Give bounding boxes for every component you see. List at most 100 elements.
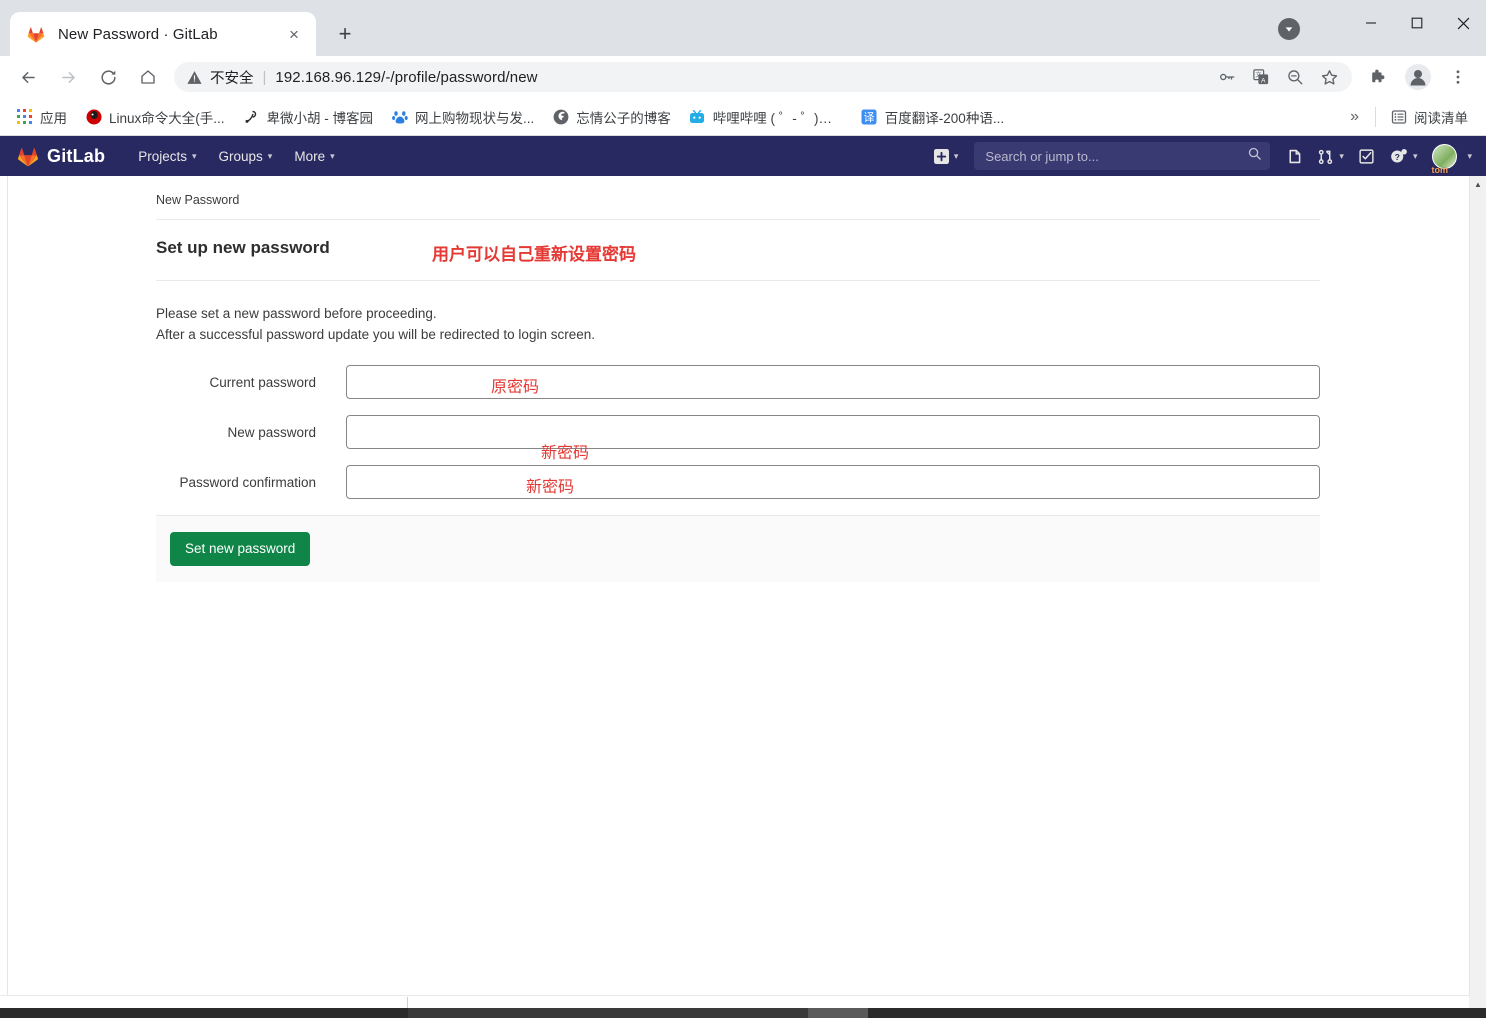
back-arrow-icon[interactable] [11, 60, 45, 94]
reading-list-button[interactable]: 阅读清单 [1382, 104, 1476, 130]
merge-requests-button[interactable]: ▾ [1310, 136, 1351, 176]
bookmarks-overflow-area: » 阅读清单 [1340, 104, 1478, 130]
current-password-input[interactable] [346, 365, 1320, 399]
search-input[interactable] [985, 148, 1248, 164]
baidu-icon [391, 108, 408, 125]
bookmark-apps[interactable]: 应用 [8, 104, 75, 130]
bookmark-cnblogs[interactable]: 卑微小胡 - 博客园 [235, 104, 382, 130]
translate-icon[interactable]: A文 [1248, 64, 1274, 90]
nav-projects-label: Projects [138, 148, 187, 164]
chevron-down-icon: ▾ [1412, 150, 1418, 161]
bookmark-bilibili[interactable]: 哔哩哔哩 ( ゜- ゜)つ... [681, 104, 851, 130]
nav-projects[interactable]: Projects ▾ [127, 136, 207, 176]
reading-list-icon [1390, 108, 1407, 125]
red-circle-icon [85, 108, 102, 125]
nav-groups-label: Groups [218, 148, 263, 164]
svg-text:译: 译 [864, 111, 875, 124]
password-confirmation-label: Password confirmation [179, 474, 316, 490]
form-row-current-password: Current password 原密码 [156, 365, 1320, 399]
form-row-new-password: New password 新密码 [156, 415, 1320, 462]
chevron-down-icon: ▾ [330, 150, 335, 161]
bookmark-label: 百度翻译-200种语... [884, 110, 1005, 126]
browser-toolbar: 不安全 | 192.168.96.129/-/profile/password/… [0, 56, 1486, 98]
browser-window: New Password · GitLab × + 不安全 | 192.168.… [0, 0, 1486, 1018]
search-icon[interactable] [1247, 146, 1262, 166]
bookmark-label: 忘情公子的博客 [576, 110, 671, 126]
bookmark-label: 哔哩哔哩 ( ゜- ゜)つ... [712, 110, 843, 126]
bookmark-star-icon[interactable] [1316, 64, 1342, 90]
maximize-button[interactable] [1394, 0, 1440, 46]
browser-tab[interactable]: New Password · GitLab × [10, 12, 316, 56]
bookmark-wangqing-blog[interactable]: 忘情公子的博客 [544, 104, 679, 130]
bookmark-label: Linux命令大全(手... [109, 110, 225, 126]
password-confirmation-input[interactable] [346, 465, 1320, 499]
nav-more[interactable]: More ▾ [283, 136, 345, 176]
more-menu-icon[interactable] [1441, 60, 1475, 94]
reading-list-label: 阅读清单 [1414, 110, 1468, 126]
form-actions: Set new password [156, 515, 1320, 582]
svg-text:文: 文 [1255, 71, 1261, 79]
chevron-down-icon: ▾ [953, 150, 959, 161]
new-password-input[interactable] [346, 415, 1320, 449]
chevron-down-icon: ▾ [1467, 150, 1472, 161]
global-search-box[interactable] [974, 142, 1271, 170]
bookmarks-divider [1375, 106, 1376, 127]
bookmark-linux-commands[interactable]: Linux命令大全(手... [77, 104, 233, 130]
avatar-username: tom [1431, 164, 1448, 175]
home-icon[interactable] [131, 60, 165, 94]
chevron-down-icon: ▾ [1339, 150, 1344, 161]
window-controls [1348, 0, 1486, 46]
intro-line-2: After a successful password update you w… [156, 327, 595, 342]
omnibox-separator: | [262, 68, 267, 86]
url-text[interactable]: 192.168.96.129/-/profile/password/new [275, 69, 1210, 86]
address-bar[interactable]: 不安全 | 192.168.96.129/-/profile/password/… [174, 62, 1352, 92]
nav-more-label: More [294, 148, 326, 164]
reload-icon[interactable] [91, 60, 125, 94]
set-new-password-button[interactable]: Set new password [170, 532, 311, 566]
bookmarks-overflow-button[interactable]: » [1340, 108, 1369, 126]
gitlab-fox-icon [26, 24, 46, 44]
desktop-background-strip [0, 1008, 1486, 1018]
profile-icon[interactable] [1401, 60, 1435, 94]
minimize-button[interactable] [1348, 0, 1394, 46]
translate-badge-icon: 译 [861, 108, 878, 125]
download-indicator-icon[interactable] [1278, 18, 1300, 40]
new-item-button[interactable]: ▾ [927, 136, 966, 176]
page-title-text: Set up new password [156, 238, 330, 257]
breadcrumb: New Password [156, 176, 1320, 220]
extensions-icon[interactable] [1361, 60, 1395, 94]
close-window-button[interactable] [1440, 0, 1486, 46]
page-viewport: New Password Set up new password 用户可以自己重… [0, 176, 1486, 1018]
issues-button[interactable] [1279, 136, 1310, 176]
content-inner: New Password Set up new password 用户可以自己重… [8, 176, 1468, 582]
security-status-text: 不安全 [210, 70, 254, 87]
intro-text: Please set a new password before proceed… [156, 281, 1320, 345]
current-password-label: Current password [209, 374, 316, 390]
desktop-strip-segment [408, 1008, 820, 1018]
bookmark-online-shopping[interactable]: 网上购物现状与发... [383, 104, 542, 130]
nav-groups[interactable]: Groups ▾ [208, 136, 284, 176]
close-tab-icon[interactable]: × [282, 22, 306, 46]
bookmark-label: 卑微小胡 - 博客园 [266, 110, 374, 126]
title-bar: New Password · GitLab × + [0, 0, 1486, 56]
gitlab-fox-icon [16, 144, 40, 168]
chevron-down-icon: ▾ [191, 150, 197, 161]
zoom-out-icon[interactable] [1282, 64, 1308, 90]
gitlab-home-link[interactable]: GitLab [10, 144, 105, 168]
bilibili-icon [689, 108, 706, 125]
password-form: Current password 原密码 New password 新密码 Pa… [156, 345, 1320, 582]
globe-icon [552, 108, 569, 125]
vertical-scrollbar[interactable]: ▲ ▼ [1469, 176, 1486, 1018]
bookmark-baidu-translate[interactable]: 译 百度翻译-200种语... [853, 104, 1012, 130]
new-tab-button[interactable]: + [330, 19, 360, 49]
scroll-up-button[interactable]: ▲ [1470, 176, 1486, 193]
todos-button[interactable] [1351, 136, 1382, 176]
user-menu-button[interactable]: tom ▾ [1424, 143, 1476, 175]
key-icon[interactable] [1214, 64, 1240, 90]
forward-arrow-icon[interactable] [51, 60, 85, 94]
tab-title: New Password · GitLab [58, 25, 218, 43]
help-button[interactable]: ? ▾ [1382, 136, 1425, 176]
annotation-title: 用户可以自己重新设置密码 [432, 245, 636, 265]
gitlab-navbar-right: ▾ ▾ ? ▾ [927, 136, 1476, 176]
cnblogs-icon [243, 108, 260, 125]
